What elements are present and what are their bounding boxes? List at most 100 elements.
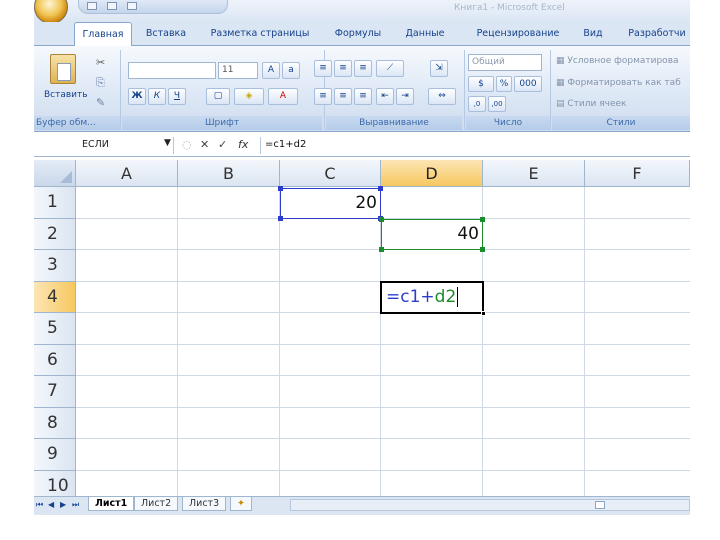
insert-function-icon[interactable]: fx bbox=[238, 138, 248, 151]
cut-icon[interactable]: ✂ bbox=[96, 56, 105, 69]
conditional-format-button[interactable]: ▦ Условное форматирова bbox=[556, 56, 679, 66]
font-color-icon[interactable]: A bbox=[268, 88, 298, 105]
row-header-6[interactable]: 6 bbox=[34, 345, 76, 376]
copy-icon[interactable]: ⎘ bbox=[96, 76, 105, 90]
tab-home[interactable]: Главная bbox=[74, 22, 132, 47]
thousands-icon[interactable]: 000 bbox=[514, 76, 542, 92]
align-left-icon[interactable]: ≡ bbox=[314, 88, 332, 105]
column-header-f[interactable]: F bbox=[585, 160, 690, 187]
row-header-2[interactable]: 2 bbox=[34, 219, 76, 250]
tab-data[interactable]: Данные bbox=[400, 22, 450, 46]
sheet-tab-3[interactable]: Лист3 bbox=[182, 497, 227, 511]
tab-view[interactable]: Вид bbox=[578, 22, 608, 46]
grow-font-icon[interactable]: A bbox=[262, 62, 280, 79]
ref-handle bbox=[379, 247, 384, 252]
wrap-text-icon[interactable]: ⇲ bbox=[430, 60, 448, 77]
sheet-tab-1[interactable]: Лист1 bbox=[88, 497, 135, 511]
gridline bbox=[76, 438, 690, 439]
paste-icon[interactable] bbox=[50, 54, 76, 84]
underline-icon[interactable]: Ч bbox=[168, 88, 186, 105]
decrease-decimal-icon[interactable]: ,00 bbox=[488, 96, 506, 112]
undo-icon[interactable] bbox=[107, 2, 117, 10]
column-header-b[interactable]: B bbox=[178, 160, 280, 187]
tab-page-layout[interactable]: Разметка страницы bbox=[206, 22, 314, 46]
row-header-9[interactable]: 9 bbox=[34, 439, 76, 471]
italic-icon[interactable]: К bbox=[148, 88, 166, 105]
align-bottom-icon[interactable]: ≡ bbox=[354, 60, 372, 77]
fill-color-icon[interactable]: ◈ bbox=[234, 88, 264, 105]
row-header-8[interactable]: 8 bbox=[34, 408, 76, 439]
tab-formulas[interactable]: Формулы bbox=[330, 22, 386, 46]
row-header-5[interactable]: 5 bbox=[34, 313, 76, 345]
name-box[interactable]: ЕСЛИ ▼ bbox=[34, 137, 174, 154]
name-box-value: ЕСЛИ bbox=[82, 139, 109, 150]
align-middle-icon[interactable]: ≡ bbox=[334, 60, 352, 77]
row-header-3[interactable]: 3 bbox=[34, 250, 76, 282]
row-header-4[interactable]: 4 bbox=[34, 282, 76, 313]
align-center-icon[interactable]: ≡ bbox=[334, 88, 352, 105]
chevron-down-icon[interactable]: ▼ bbox=[164, 138, 171, 148]
clipboard-group-label: Буфер обм... bbox=[34, 116, 120, 130]
prev-sheet-icon[interactable]: ◀ bbox=[48, 500, 54, 509]
ref-handle bbox=[480, 247, 485, 252]
insert-sheet-icon[interactable]: ✦ bbox=[230, 497, 252, 511]
row-header-1[interactable]: 1 bbox=[34, 187, 76, 219]
align-right-icon[interactable]: ≡ bbox=[354, 88, 372, 105]
cell-styles-label: Стили ячеек bbox=[567, 99, 627, 109]
cell-d4-formula: =c1+d2 bbox=[386, 287, 459, 307]
gridline bbox=[177, 187, 178, 506]
formula-ref-c1: =c1+ bbox=[386, 287, 435, 307]
column-header-c[interactable]: C bbox=[280, 160, 381, 187]
tab-developer[interactable]: Разработчи bbox=[622, 22, 690, 46]
percent-icon[interactable]: % bbox=[496, 76, 512, 92]
tab-review[interactable]: Рецензирование bbox=[466, 22, 570, 46]
select-all-corner[interactable] bbox=[34, 160, 76, 187]
gridline bbox=[584, 187, 585, 506]
office-button[interactable] bbox=[34, 0, 68, 24]
row-header-7[interactable]: 7 bbox=[34, 376, 76, 408]
column-header-d[interactable]: D bbox=[381, 160, 483, 187]
sheet-tabs-bar: ⏮ ◀ ▶ ⏭ Лист1 Лист2 Лист3 ✦ bbox=[34, 496, 690, 515]
fill-handle[interactable] bbox=[481, 311, 486, 316]
formula-bar: ЕСЛИ ▼ ◌ ✕ ✓ fx =c1+d2 bbox=[34, 135, 690, 157]
merge-icon[interactable]: ⇔ bbox=[428, 88, 456, 105]
format-as-table-button[interactable]: ▦ Форматировать как таб bbox=[556, 78, 681, 88]
tab-insert[interactable]: Вставка bbox=[138, 22, 194, 46]
font-size-box[interactable]: 11 bbox=[218, 62, 258, 79]
align-top-icon[interactable]: ≡ bbox=[314, 60, 332, 77]
number-format-box[interactable]: Общий bbox=[468, 54, 542, 71]
save-icon[interactable] bbox=[87, 2, 97, 10]
bold-icon[interactable]: Ж bbox=[128, 88, 146, 105]
format-as-table-label: Форматировать как таб bbox=[567, 78, 681, 88]
cancel-icon[interactable]: ✕ bbox=[200, 138, 209, 151]
last-sheet-icon[interactable]: ⏭ bbox=[72, 500, 79, 510]
currency-icon[interactable]: $ bbox=[468, 76, 494, 92]
number-group-label: Число bbox=[466, 116, 550, 130]
ref-handle bbox=[278, 216, 283, 221]
sheet-tab-2[interactable]: Лист2 bbox=[134, 497, 179, 511]
spreadsheet-grid: A B C D E F 1 2 3 4 5 6 7 8 9 10 20 40 =… bbox=[34, 160, 690, 506]
quick-access-toolbar bbox=[78, 0, 228, 14]
paste-label[interactable]: Вставить bbox=[44, 90, 88, 100]
font-name-box[interactable] bbox=[128, 62, 216, 79]
redo-icon[interactable] bbox=[127, 2, 137, 10]
scroll-left-icon[interactable] bbox=[595, 501, 605, 509]
shrink-font-icon[interactable]: a bbox=[282, 62, 300, 79]
ribbon: Вставить ✂ ⎘ ✎ Буфер обм... 11 A a Ж К Ч… bbox=[34, 46, 690, 132]
orientation-icon[interactable]: ⟋ bbox=[376, 60, 404, 77]
cell-styles-button[interactable]: ▤ Стили ячеек bbox=[556, 99, 626, 109]
column-header-e[interactable]: E bbox=[483, 160, 585, 187]
next-sheet-icon[interactable]: ▶ bbox=[60, 500, 66, 509]
decrease-indent-icon[interactable]: ⇤ bbox=[376, 88, 394, 105]
format-painter-icon[interactable]: ✎ bbox=[96, 96, 105, 109]
first-sheet-icon[interactable]: ⏮ bbox=[36, 500, 43, 510]
increase-decimal-icon[interactable]: ,0 bbox=[468, 96, 486, 112]
ref-handle bbox=[378, 186, 383, 191]
enter-icon[interactable]: ✓ bbox=[218, 138, 227, 151]
formula-field[interactable]: =c1+d2 bbox=[260, 137, 690, 154]
increase-indent-icon[interactable]: ⇥ bbox=[396, 88, 414, 105]
horizontal-scrollbar[interactable] bbox=[290, 499, 690, 511]
font-group-label: Шрифт bbox=[122, 116, 322, 130]
borders-icon[interactable]: ▢ bbox=[206, 88, 230, 105]
column-header-a[interactable]: A bbox=[76, 160, 178, 187]
